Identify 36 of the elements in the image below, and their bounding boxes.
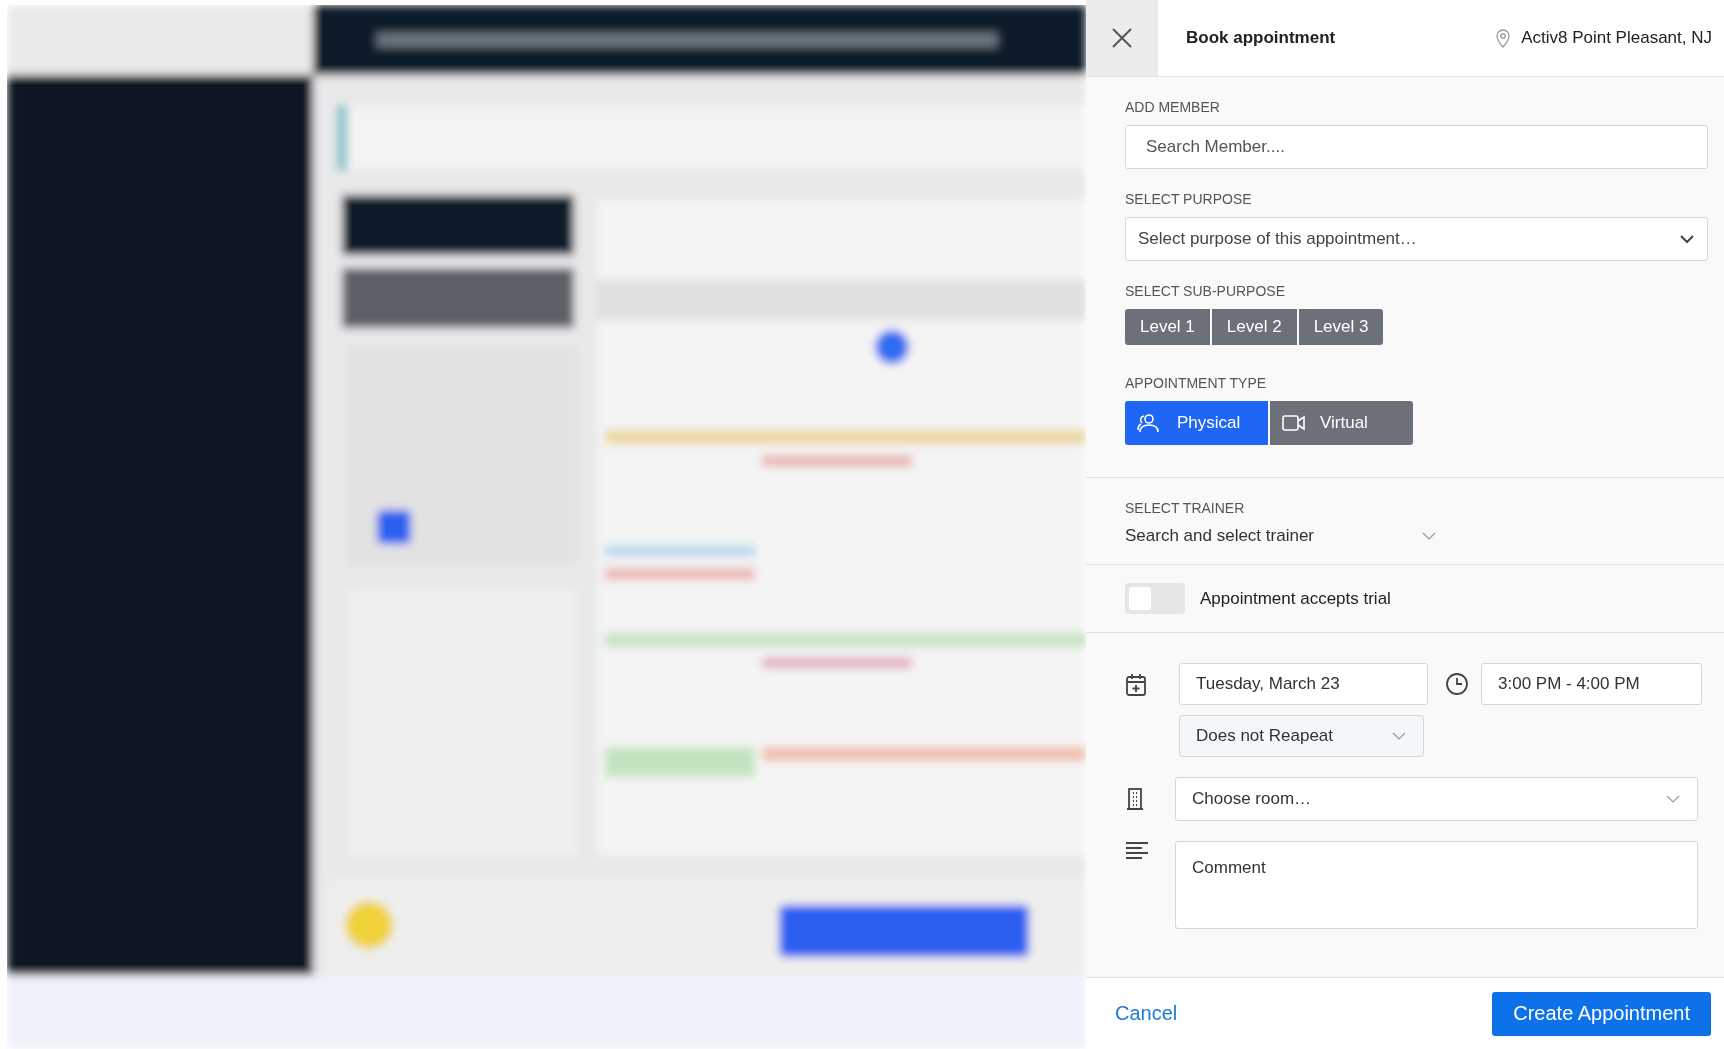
close-icon <box>1111 27 1133 49</box>
member-search-field[interactable]: Search Member.... <box>1125 125 1708 169</box>
field-label: SELECT SUB-PURPOSE <box>1125 283 1286 299</box>
repeat-select[interactable]: Does not Reapeat <box>1179 715 1424 757</box>
room-select[interactable]: Choose room… <box>1175 777 1698 821</box>
level-button[interactable]: Level 1 <box>1125 309 1210 345</box>
chevron-down-icon <box>1679 234 1695 244</box>
time-field[interactable]: 3:00 PM - 4:00 PM <box>1481 663 1702 705</box>
text-lines-icon <box>1125 841 1149 861</box>
date-field[interactable]: Tuesday, March 23 <box>1179 663 1428 705</box>
field-label: SELECT PURPOSE <box>1125 191 1253 207</box>
field-label: APPOINTMENT TYPE <box>1125 375 1268 391</box>
close-button[interactable] <box>1086 0 1158 76</box>
clock-icon <box>1445 672 1469 696</box>
purpose-select[interactable]: Select purpose of this appointment… <box>1125 217 1708 261</box>
chevron-down-icon <box>1391 731 1407 741</box>
location-label: Activ8 Point Pleasant, NJ <box>1521 28 1712 48</box>
comment-field[interactable]: Comment <box>1175 841 1698 929</box>
location-pin-icon <box>1495 28 1512 48</box>
video-camera-icon <box>1282 414 1306 432</box>
level-button[interactable]: Level 3 <box>1298 309 1384 345</box>
level-button[interactable]: Level 2 <box>1211 309 1297 345</box>
building-icon <box>1125 787 1145 811</box>
panel-title: Book appointment <box>1186 28 1337 48</box>
calendar-icon <box>1125 673 1147 697</box>
field-label: ADD MEMBER <box>1125 99 1221 115</box>
chevron-down-icon <box>1665 794 1681 804</box>
trial-toggle[interactable] <box>1125 583 1185 614</box>
create-appointment-button[interactable]: Create Appointment <box>1492 991 1711 1036</box>
cancel-link[interactable]: Cancel <box>1115 1002 1178 1025</box>
field-label: SELECT TRAINER <box>1125 500 1246 516</box>
trial-label: Appointment accepts trial <box>1200 588 1391 609</box>
chevron-down-icon <box>1421 531 1437 541</box>
appointment-type-button[interactable]: Physical <box>1125 401 1268 445</box>
trainer-select[interactable]: Search and select trainer <box>1125 526 1437 564</box>
appointment-type-button[interactable]: Virtual <box>1270 401 1413 445</box>
